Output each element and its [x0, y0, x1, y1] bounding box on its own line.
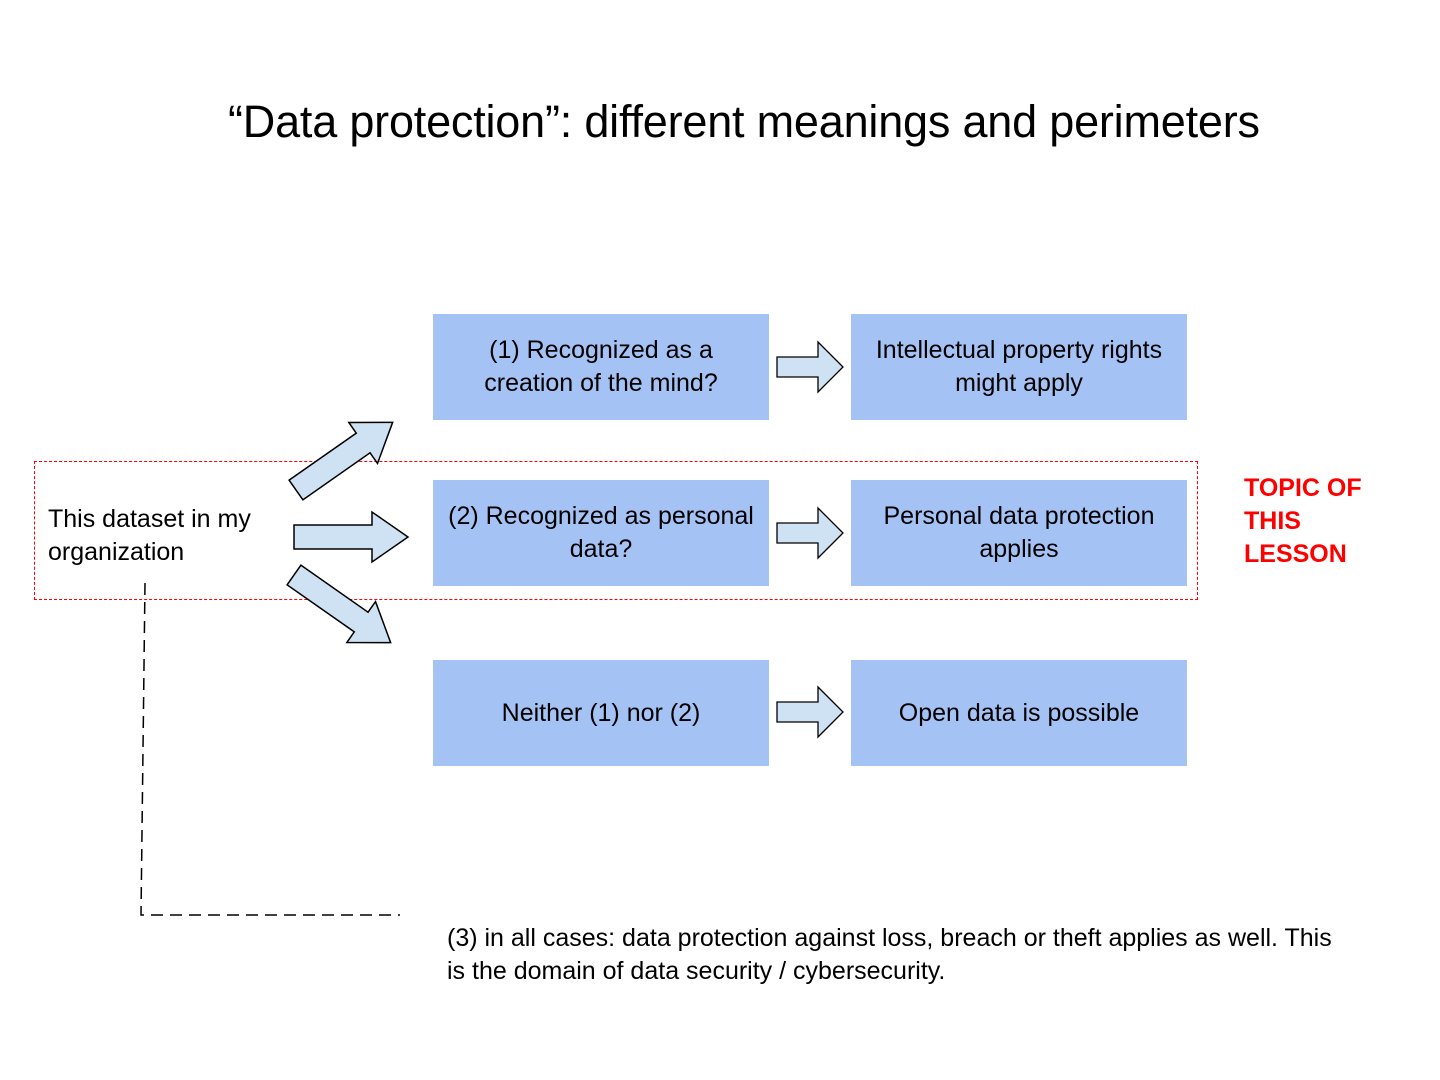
topic-label-line-1: TOPIC OF — [1244, 474, 1362, 502]
arrow-icon-row1 — [776, 340, 844, 394]
question-box-neither: Neither (1) nor (2) — [433, 660, 769, 766]
footnote-security: (3) in all cases: data protection agains… — [447, 924, 1332, 985]
source-line-2: organization — [48, 538, 185, 566]
slide-title: “Data protection”: different meanings an… — [228, 96, 1260, 147]
outcome-box-open-data: Open data is possible — [851, 660, 1187, 766]
topic-label-line-2: THIS — [1244, 507, 1301, 535]
topic-of-lesson-label: TOPIC OF THIS LESSON — [1244, 472, 1362, 571]
topic-label-line-3: LESSON — [1244, 540, 1347, 568]
outcome-box-personal-data-protection: Personal data protection applies — [851, 480, 1187, 586]
outcome-box-ip-rights: Intellectual property rights might apply — [851, 314, 1187, 420]
question-box-creation: (1) Recognized as a creation of the mind… — [433, 314, 769, 420]
arrow-icon-row3 — [776, 685, 844, 739]
question-box-personal-data: (2) Recognized as personal data? — [433, 480, 769, 586]
source-node: This dataset in my organization — [48, 503, 251, 569]
source-line-1: This dataset in my — [48, 505, 251, 533]
